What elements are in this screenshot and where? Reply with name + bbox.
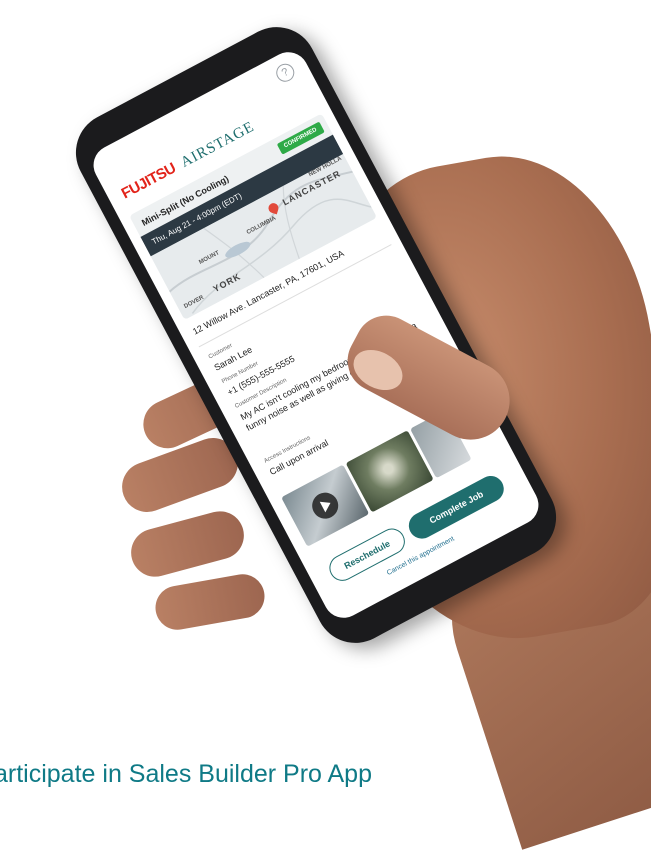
play-icon[interactable] [307,488,343,524]
appointment-card[interactable]: Mini-Split (No Cooling) CONFIRMED Thu, A… [129,113,378,320]
reschedule-button[interactable]: Reschedule [324,523,410,586]
help-circle-icon[interactable]: ? [273,60,298,85]
caption-text: articipate in Sales Builder Pro App [0,760,372,788]
finger-ring [125,505,250,583]
finger-pinky [152,570,268,634]
